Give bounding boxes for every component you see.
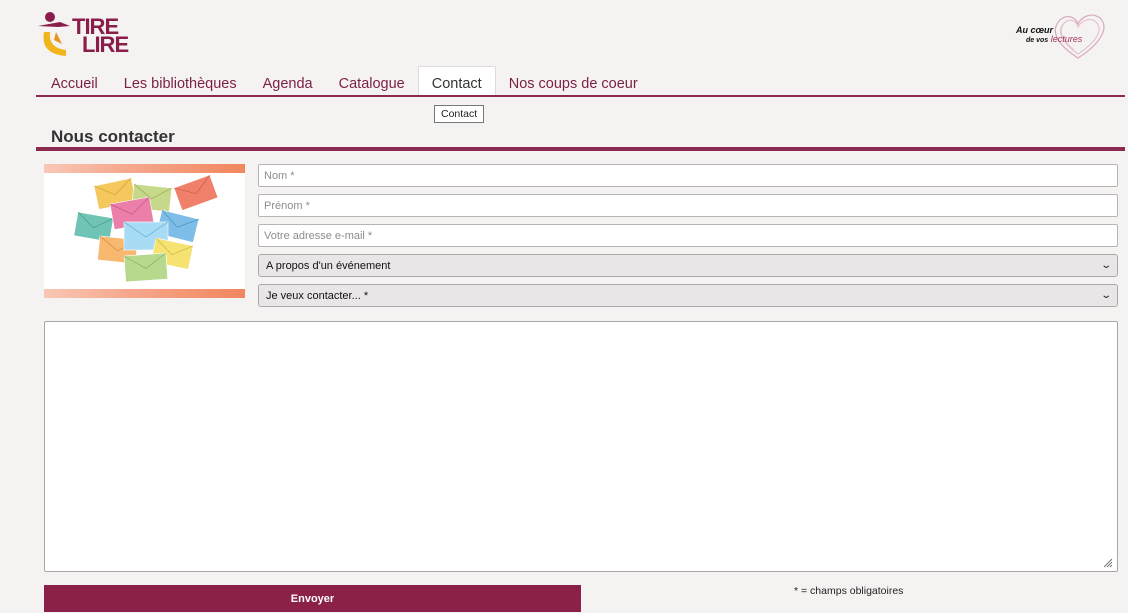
- nav-agenda[interactable]: Agenda: [250, 68, 326, 96]
- logo-word-lire: LIRE: [82, 32, 129, 57]
- contact-tooltip: Contact: [434, 105, 485, 123]
- email-field[interactable]: [258, 224, 1118, 247]
- logo-figure-icon: [38, 12, 70, 56]
- envelopes-illustration: [44, 164, 245, 298]
- prenom-field[interactable]: [258, 194, 1118, 217]
- main-nav: Accueil Les bibliothèques Agenda Catalog…: [38, 66, 651, 96]
- nav-coups-de-coeur[interactable]: Nos coups de coeur: [496, 68, 651, 96]
- resize-grip-icon[interactable]: [1101, 556, 1113, 568]
- nav-divider: [36, 95, 1125, 97]
- contact-page: TIRE LIRE Au cœur de vos lectures Accuei…: [8, 8, 1125, 613]
- envoyer-button[interactable]: Envoyer: [44, 585, 581, 612]
- recipient-select[interactable]: Je veux contacter... * ⌄: [258, 284, 1118, 307]
- chevron-down-icon: ⌄: [1099, 260, 1112, 271]
- page-title: Nous contacter: [51, 127, 175, 146]
- nom-field[interactable]: [258, 164, 1118, 187]
- brand-au-coeur: Au cœur: [1016, 25, 1053, 35]
- nav-contact[interactable]: Contact: [417, 66, 496, 96]
- nav-accueil[interactable]: Accueil: [38, 68, 111, 96]
- title-divider: [36, 147, 1125, 151]
- subject-select[interactable]: A propos d'un événement ⌄: [258, 254, 1118, 277]
- brand-de-vos: de vos: [1026, 37, 1049, 44]
- nav-catalogue[interactable]: Catalogue: [326, 68, 418, 96]
- required-fields-note: * = champs obligatoires: [794, 585, 904, 597]
- recipient-select-value: Je veux contacter... *: [266, 289, 369, 302]
- illustration-bottom-stripe: [44, 289, 245, 298]
- envelopes-icon: [73, 174, 219, 283]
- subject-select-value: A propos d'un événement: [266, 259, 391, 272]
- chevron-down-icon: ⌄: [1099, 290, 1112, 301]
- brand-tagline: Au cœur de vos lectures: [1016, 26, 1082, 45]
- au-coeur-de-vos-lectures-logo: Au cœur de vos lectures: [1016, 10, 1108, 62]
- tirelire-logo[interactable]: TIRE LIRE: [36, 10, 129, 62]
- nav-bibliotheques[interactable]: Les bibliothèques: [111, 68, 250, 96]
- brand-lectures: lectures: [1050, 34, 1083, 44]
- message-textarea[interactable]: [44, 321, 1118, 572]
